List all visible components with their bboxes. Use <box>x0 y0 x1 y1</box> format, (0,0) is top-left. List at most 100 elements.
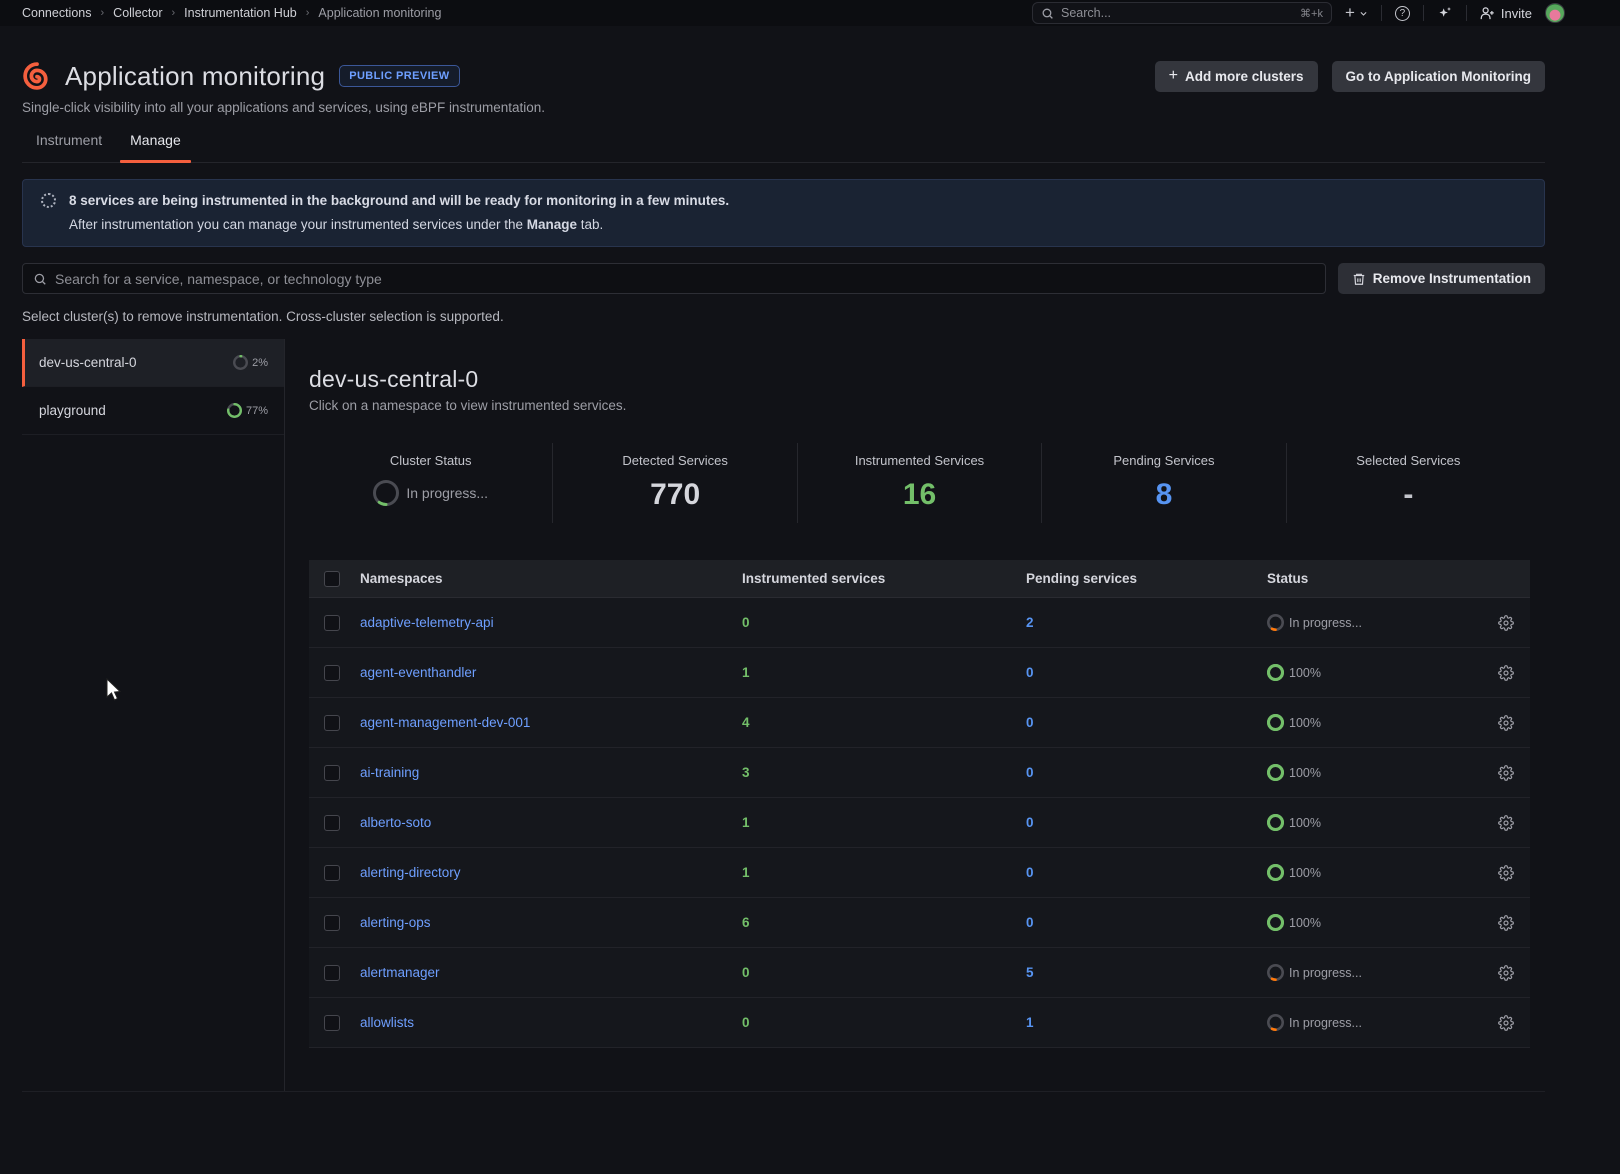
ai-assistant-button[interactable] <box>1437 5 1453 21</box>
chevron-down-icon <box>1359 9 1368 18</box>
global-search-input[interactable]: Search... ⌘+k <box>1032 2 1332 24</box>
user-avatar[interactable] <box>1545 3 1565 23</box>
status-label: 100% <box>1289 816 1321 830</box>
gear-icon <box>1498 965 1514 981</box>
cluster-item-playground[interactable]: playground 77% <box>22 387 284 435</box>
breadcrumb-item-instrumentation-hub[interactable]: Instrumentation Hub <box>184 6 297 20</box>
progress-ring-icon <box>233 355 248 370</box>
alert-line2-suffix: tab. <box>577 217 603 232</box>
row-checkbox[interactable] <box>324 715 340 731</box>
row-checkbox[interactable] <box>324 1015 340 1031</box>
table-row: alertmanager05 In progress... <box>309 948 1530 998</box>
stat-label: Pending Services <box>1042 453 1285 468</box>
add-menu-button[interactable]: + <box>1345 3 1368 23</box>
tab-instrument[interactable]: Instrument <box>22 129 116 162</box>
tab-bar: InstrumentManage <box>22 129 1545 163</box>
cluster-title: dev-us-central-0 <box>309 366 1530 393</box>
namespace-link[interactable]: allowlists <box>360 1015 742 1030</box>
status-label: 100% <box>1289 666 1321 680</box>
status-cell: 100% <box>1267 664 1482 681</box>
table-row: allowlists01 In progress... <box>309 998 1530 1048</box>
service-search-placeholder: Search for a service, namespace, or tech… <box>55 271 382 287</box>
invite-label: Invite <box>1501 6 1532 21</box>
row-checkbox[interactable] <box>324 665 340 681</box>
tab-manage[interactable]: Manage <box>116 129 195 162</box>
instrumented-count: 3 <box>742 765 1026 780</box>
instrumented-count: 1 <box>742 865 1026 880</box>
status-label: In progress... <box>1289 616 1362 630</box>
service-search-input[interactable]: Search for a service, namespace, or tech… <box>22 263 1326 294</box>
public-preview-badge: PUBLIC PREVIEW <box>339 65 459 87</box>
row-checkbox[interactable] <box>324 615 340 631</box>
stat-selected-services: Selected Services- <box>1286 443 1530 523</box>
select-all-checkbox[interactable] <box>324 571 340 587</box>
row-settings-button[interactable] <box>1482 915 1530 931</box>
namespace-link[interactable]: alerting-ops <box>360 915 742 930</box>
row-settings-button[interactable] <box>1482 815 1530 831</box>
cluster-progress: 2% <box>233 355 268 370</box>
breadcrumb-item-collector[interactable]: Collector <box>113 6 162 20</box>
help-button[interactable]: ? <box>1395 6 1410 21</box>
row-checkbox[interactable] <box>324 815 340 831</box>
breadcrumb-item-application-monitoring[interactable]: Application monitoring <box>318 6 441 20</box>
global-search-placeholder: Search... <box>1061 6 1293 20</box>
row-settings-button[interactable] <box>1482 865 1530 881</box>
row-checkbox[interactable] <box>324 965 340 981</box>
page-subtitle: Single-click visibility into all your ap… <box>22 100 1545 115</box>
go-to-application-monitoring-button[interactable]: Go to Application Monitoring <box>1332 61 1545 92</box>
table-row: alerting-directory10 100% <box>309 848 1530 898</box>
row-settings-button[interactable] <box>1482 715 1530 731</box>
status-complete-ring-icon <box>1267 714 1284 731</box>
cluster-item-dev-us-central-0[interactable]: dev-us-central-0 2% <box>22 339 284 387</box>
row-settings-button[interactable] <box>1482 1015 1530 1031</box>
table-row: alberto-soto10 100% <box>309 798 1530 848</box>
namespaces-table: NamespacesInstrumented servicesPending s… <box>309 560 1530 1048</box>
sparkles-icon <box>1437 5 1453 21</box>
alert-line2: After instrumentation you can manage you… <box>41 217 1526 232</box>
stat-cluster-status: Cluster Status In progress... <box>309 443 552 523</box>
namespace-link[interactable]: alberto-soto <box>360 815 742 830</box>
breadcrumb-item-connections[interactable]: Connections <box>22 6 92 20</box>
stat-pending-services: Pending Services8 <box>1041 443 1285 523</box>
cluster-progress-label: 77% <box>246 405 268 417</box>
row-settings-button[interactable] <box>1482 965 1530 981</box>
row-settings-button[interactable] <box>1482 765 1530 781</box>
add-more-clusters-button[interactable]: + Add more clusters <box>1155 61 1318 92</box>
namespace-link[interactable]: adaptive-telemetry-api <box>360 615 742 630</box>
namespace-link[interactable]: alertmanager <box>360 965 742 980</box>
row-checkbox[interactable] <box>324 765 340 781</box>
remove-instrumentation-button[interactable]: Remove Instrumentation <box>1338 263 1545 294</box>
instrumented-count: 0 <box>742 965 1026 980</box>
namespace-link[interactable]: agent-eventhandler <box>360 665 742 680</box>
status-cell: In progress... <box>1267 1014 1482 1031</box>
namespace-link[interactable]: alerting-directory <box>360 865 742 880</box>
table-row: adaptive-telemetry-api02 In progress... <box>309 598 1530 648</box>
gear-icon <box>1498 815 1514 831</box>
gear-icon <box>1498 915 1514 931</box>
row-checkbox[interactable] <box>324 915 340 931</box>
instrumented-count: 1 <box>742 665 1026 680</box>
select-clusters-hint: Select cluster(s) to remove instrumentat… <box>22 309 1545 324</box>
status-in-progress-ring-icon <box>1267 614 1284 631</box>
namespace-link[interactable]: agent-management-dev-001 <box>360 715 742 730</box>
search-icon <box>1041 7 1054 20</box>
search-shortcut: ⌘+k <box>1300 7 1323 20</box>
plus-icon: + <box>1169 67 1178 85</box>
status-label: 100% <box>1289 866 1321 880</box>
namespace-link[interactable]: ai-training <box>360 765 742 780</box>
status-in-progress-ring-icon <box>1267 1014 1284 1031</box>
row-checkbox[interactable] <box>324 865 340 881</box>
alert-line2-bold: Manage <box>527 217 577 232</box>
table-header-row: NamespacesInstrumented servicesPending s… <box>309 560 1530 598</box>
status-cell: 100% <box>1267 864 1482 881</box>
invite-button[interactable]: Invite <box>1480 6 1532 21</box>
gear-icon <box>1498 615 1514 631</box>
row-settings-button[interactable] <box>1482 665 1530 681</box>
cluster-subtitle: Click on a namespace to view instrumente… <box>309 398 1530 413</box>
row-settings-button[interactable] <box>1482 615 1530 631</box>
gear-icon <box>1498 765 1514 781</box>
table-row: agent-management-dev-00140 100% <box>309 698 1530 748</box>
pending-count: 0 <box>1026 865 1267 880</box>
cluster-progress-label: 2% <box>252 357 268 369</box>
instrumented-count: 6 <box>742 915 1026 930</box>
